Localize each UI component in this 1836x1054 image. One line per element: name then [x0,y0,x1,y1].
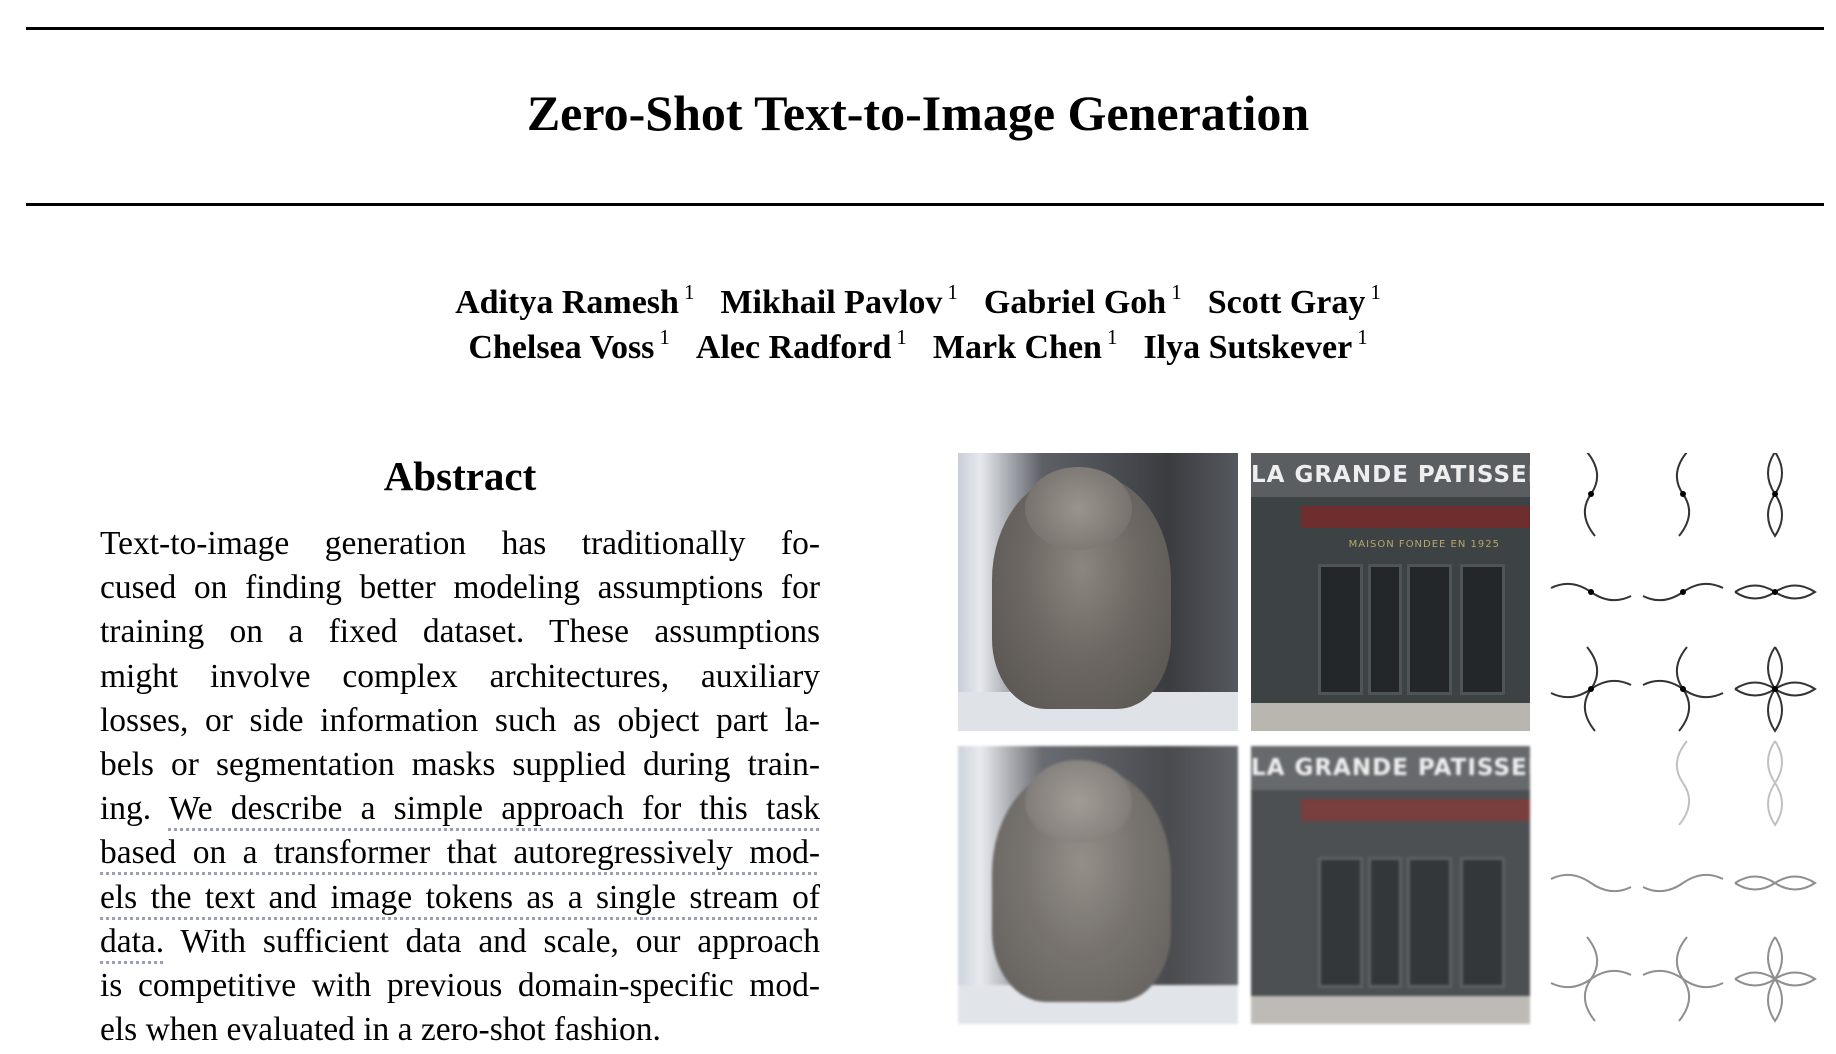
top-rule [26,27,1824,30]
author-name: Chelsea Voss 1 [468,327,670,367]
curve-center-dot [1588,491,1594,497]
abstract-text-segment: is competitive with previous domain-spec… [100,966,820,1004]
author-name: Mikhail Pavlov 1 [720,282,957,322]
curve-glyph-grid [1550,453,1817,1023]
horizontal-s-curve-reconstruction [1550,873,1632,893]
author-name-text: Mark Chen [932,329,1102,366]
author-name: Ilya Sutskever 1 [1143,327,1367,367]
abstract-text: Text-to-image generation has traditional… [100,522,820,1052]
affiliation-marker: 1 [1357,325,1368,349]
affiliation-marker: 1 [683,280,695,304]
abstract-text-segment: With sufficient data and scale, our appr… [164,922,820,960]
author-name-text: Gabriel Goh [983,284,1167,321]
abstract-text-segment: ing. [100,790,169,828]
mirrored-vertical-s-curve-reconstruction [1676,740,1690,826]
author-name-text: Scott Gray [1207,284,1366,321]
author-name: Aditya Ramesh 1 [455,282,694,322]
abstract-link-text[interactable]: data. [100,923,164,960]
abstract-line: might involve complex architectures, aux… [100,655,820,699]
mirrored-horizontal-s-curve-reconstruction [1642,873,1724,893]
author-name-text: Alec Radford [695,329,892,366]
abstract-line: els when evaluated in a zero-shot fashio… [100,1008,820,1052]
author-name: Gabriel Goh 1 [983,282,1182,322]
curve-center-dot [1588,589,1594,595]
affiliation-marker: 1 [947,280,958,304]
curve-center-dot [1588,686,1594,692]
curve-center-dot [1772,686,1778,692]
abstract-text-segment: els when evaluated in a zero-shot fashio… [100,1011,661,1049]
abstract-line: losses, or side information such as obje… [100,699,820,743]
author-name: Alec Radford 1 [695,327,907,367]
abstract-line: is competitive with previous domain-spec… [100,964,820,1008]
abstract-link-text[interactable]: els the text and image tokens as a singl… [100,879,820,916]
abstract-text-segment: cused on finding better modeling assumpt… [100,569,820,607]
author-name-text: Mikhail Pavlov [720,284,943,321]
curve-center-dot [1680,589,1686,595]
author-name: Scott Gray 1 [1207,282,1381,322]
cat-image-original [958,453,1238,731]
author-name: Mark Chen 1 [932,327,1118,367]
curve-center-dot [1772,589,1778,595]
author-name-text: Chelsea Voss [468,329,655,366]
author-list-row-1: Aditya Ramesh 1 Mikhail Pavlov 1 Gabriel Goh… [0,282,1836,322]
affiliation-marker: 1 [1171,280,1182,304]
cat-image-reconstruction [958,746,1238,1024]
abstract-text-segment: losses, or side information such as obje… [100,701,820,739]
pinwheel-curve-reconstruction [1550,936,1632,1022]
paper-title: Zero-Shot Text-to-Image Generation [526,85,1310,141]
patisserie-image-reconstruction: LA GRANDE PATISSERIE [1251,746,1530,1024]
affiliation-marker: 1 [659,325,670,349]
patisserie-image-original: LA GRANDE PATISSERIE MAISON FONDEE EN 19… [1251,453,1530,731]
mirrored-pinwheel-curve-reconstruction [1642,936,1724,1022]
abstract-line: bels or segmentation masks supplied duri… [100,743,820,787]
curve-center-dot [1680,686,1686,692]
shop-subtitle-text: MAISON FONDEE EN 1925 [1348,539,1500,551]
abstract-text-segment: might involve complex architectures, aux… [100,657,820,695]
shop-sign-text: LA GRANDE PATISSERIE [1251,453,1530,498]
affiliation-marker: 1 [1106,325,1118,349]
abstract-line: Text-to-image generation has traditional… [100,522,820,566]
abstract-line: training on a fixed dataset. These assum… [100,610,820,654]
abstract-link-text[interactable]: based on a transformer that autoregressi… [100,834,820,871]
author-name-text: Ilya Sutskever [1143,329,1353,366]
abstract-line: data. With sufficient data and scale, ou… [100,920,820,964]
abstract-link-text[interactable]: We describe a simple approach for this t… [169,790,820,827]
abstract-line: ing. We describe a simple approach for t… [100,787,820,831]
author-name-text: Aditya Ramesh [455,284,679,321]
vertical-lens-reconstruction [1767,740,1783,827]
affiliation-marker: 1 [1370,280,1381,304]
affiliation-marker: 1 [896,325,907,349]
abstract-line: based on a transformer that autoregressi… [100,831,820,875]
author-list-row-2: Chelsea Voss 1 Alec Radford 1 Mark Chen 1 Ilya… [0,327,1836,367]
abstract-line: els the text and image tokens as a singl… [100,876,820,920]
title-bottom-rule [26,203,1824,206]
horizontal-lens-reconstruction [1734,875,1817,891]
shop-sign-reconstructed-text: LA GRANDE PATISSERIE [1251,746,1530,791]
abstract-line: cused on finding better modeling assumpt… [100,566,820,610]
abstract-text-segment: bels or segmentation masks supplied duri… [100,745,820,783]
abstract-text-segment: training on a fixed dataset. These assum… [100,613,820,651]
curve-center-dot [1680,491,1686,497]
four-petal-flower-reconstruction [1734,936,1817,1023]
abstract-heading: Abstract [383,453,537,499]
curve-center-dot [1772,491,1778,497]
abstract-text-segment: Text-to-image generation has traditional… [100,525,820,562]
